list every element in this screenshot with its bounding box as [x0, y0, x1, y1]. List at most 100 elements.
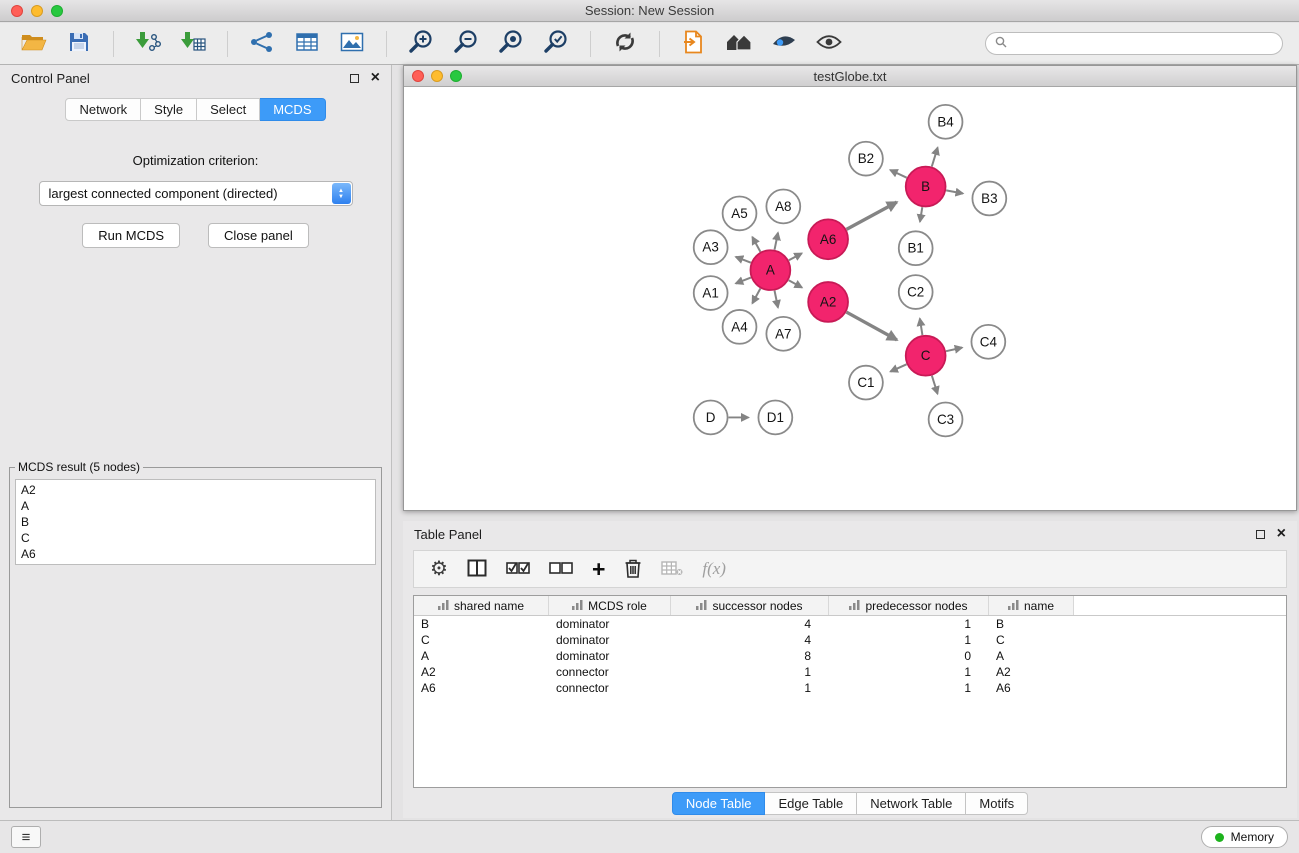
graphics-details-button[interactable]	[766, 27, 802, 61]
node-D1[interactable]: D1	[758, 401, 792, 435]
tab-style[interactable]: Style	[141, 98, 197, 121]
run-mcds-button[interactable]: Run MCDS	[82, 223, 180, 248]
table-row[interactable]: Bdominator41B	[414, 616, 1286, 632]
table-row[interactable]: Cdominator41C	[414, 632, 1286, 648]
edge-B-B1[interactable]	[920, 207, 922, 222]
home-views-button[interactable]	[721, 27, 757, 61]
node-C1[interactable]: C1	[849, 366, 883, 400]
node-A8[interactable]: A8	[766, 190, 800, 224]
edge-C-C4[interactable]	[946, 348, 962, 352]
table-row[interactable]: Adominator80A	[414, 648, 1286, 664]
table-settings-button[interactable]: ⚙	[430, 554, 448, 584]
zoom-selected-button[interactable]	[538, 27, 574, 61]
tab-mcds[interactable]: MCDS	[260, 98, 325, 121]
zoom-in-button[interactable]	[403, 27, 439, 61]
float-table-panel-icon[interactable]	[1256, 530, 1265, 539]
search-input[interactable]	[1013, 37, 1273, 51]
unselect-all-columns-button[interactable]	[549, 554, 573, 584]
delete-column-button[interactable]	[624, 554, 642, 584]
node-C3[interactable]: C3	[929, 403, 963, 437]
open-session-button[interactable]	[16, 27, 52, 61]
edge-A-A2[interactable]	[789, 280, 802, 287]
column-header-successor-nodes[interactable]: successor nodes	[671, 596, 829, 615]
mcds-result-item[interactable]: B	[21, 514, 370, 530]
tab-network-table[interactable]: Network Table	[857, 792, 966, 815]
node-A[interactable]: A	[750, 250, 790, 290]
edge-A-A4[interactable]	[752, 288, 760, 303]
table-row[interactable]: A2connector11A2	[414, 664, 1286, 680]
node-D[interactable]: D	[694, 401, 728, 435]
network-canvas[interactable]: B4B2BB3B1A5A8A6A3AA1A2C2A4A7C4CC1C3DD1	[404, 87, 1296, 510]
node-A6[interactable]: A6	[808, 219, 848, 259]
function-builder-button[interactable]: f(x)	[702, 554, 726, 584]
tab-network[interactable]: Network	[65, 98, 141, 121]
node-A7[interactable]: A7	[766, 317, 800, 351]
zoom-fit-button[interactable]	[493, 27, 529, 61]
new-network-button[interactable]	[244, 27, 280, 61]
close-panel-button[interactable]: Close panel	[208, 223, 309, 248]
float-panel-icon[interactable]	[350, 74, 359, 83]
node-B3[interactable]: B3	[972, 182, 1006, 216]
zoom-window-button[interactable]	[51, 5, 63, 17]
show-hide-button[interactable]	[811, 27, 847, 61]
mcds-result-item[interactable]: C	[21, 530, 370, 546]
mcds-result-list[interactable]: A2ABCA6	[15, 479, 376, 565]
edge-C-C2[interactable]	[920, 319, 923, 335]
edge-C-C3[interactable]	[932, 376, 938, 394]
edge-B-B3[interactable]	[946, 190, 963, 193]
create-column-button[interactable]: +	[592, 554, 605, 584]
refresh-layout-button[interactable]	[607, 27, 643, 61]
node-B[interactable]: B	[906, 167, 946, 207]
node-A4[interactable]: A4	[723, 310, 757, 344]
tab-select[interactable]: Select	[197, 98, 260, 121]
import-table-from-file-button[interactable]	[175, 27, 211, 61]
edge-A6-B[interactable]	[846, 202, 896, 229]
mcds-result-item[interactable]: A2	[21, 482, 370, 498]
show-panels-button[interactable]: ≡	[11, 826, 41, 848]
node-B1[interactable]: B1	[899, 231, 933, 265]
edge-A-A5[interactable]	[752, 237, 760, 252]
close-panel-icon[interactable]: ×	[371, 70, 380, 86]
column-header-shared-name[interactable]: shared name	[414, 596, 549, 615]
node-A5[interactable]: A5	[723, 196, 757, 230]
edge-C-C1[interactable]	[890, 364, 906, 371]
node-C2[interactable]: C2	[899, 275, 933, 309]
edge-A2-C[interactable]	[846, 312, 896, 340]
tab-node-table[interactable]: Node Table	[672, 792, 766, 815]
node-C[interactable]: C	[906, 336, 946, 376]
mcds-result-item[interactable]: A	[21, 498, 370, 514]
save-session-button[interactable]	[61, 27, 97, 61]
minimize-view-button[interactable]	[431, 70, 443, 82]
new-network-table-button[interactable]	[289, 27, 325, 61]
edge-A-A3[interactable]	[736, 257, 751, 263]
node-A3[interactable]: A3	[694, 230, 728, 264]
node-C4[interactable]: C4	[971, 325, 1005, 359]
tab-motifs[interactable]: Motifs	[966, 792, 1028, 815]
edge-A-A8[interactable]	[775, 233, 778, 250]
zoom-view-button[interactable]	[450, 70, 462, 82]
export-image-button[interactable]	[334, 27, 370, 61]
edge-A-A6[interactable]	[789, 253, 802, 260]
memory-button[interactable]: Memory	[1201, 826, 1288, 848]
show-columns-button[interactable]	[467, 554, 487, 584]
select-all-columns-button[interactable]	[506, 554, 530, 584]
edge-A-A7[interactable]	[775, 291, 778, 308]
delete-table-button[interactable]	[661, 554, 683, 584]
zoom-out-button[interactable]	[448, 27, 484, 61]
column-header-predecessor-nodes[interactable]: predecessor nodes	[829, 596, 989, 615]
node-A1[interactable]: A1	[694, 276, 728, 310]
mcds-result-item[interactable]: A6	[21, 546, 370, 562]
close-view-button[interactable]	[412, 70, 424, 82]
column-header-name[interactable]: name	[989, 596, 1074, 615]
import-network-from-file-button[interactable]	[130, 27, 166, 61]
tab-edge-table[interactable]: Edge Table	[765, 792, 857, 815]
criterion-select[interactable]: largest connected component (directed) ▲…	[39, 181, 353, 206]
edge-B-B2[interactable]	[890, 170, 906, 178]
table-row[interactable]: A6connector11A6	[414, 680, 1286, 696]
column-header-mcds-role[interactable]: MCDS role	[549, 596, 671, 615]
edge-B-B4[interactable]	[932, 148, 938, 167]
node-B4[interactable]: B4	[929, 105, 963, 139]
minimize-window-button[interactable]	[31, 5, 43, 17]
close-window-button[interactable]	[11, 5, 23, 17]
edge-A-A1[interactable]	[736, 278, 751, 284]
